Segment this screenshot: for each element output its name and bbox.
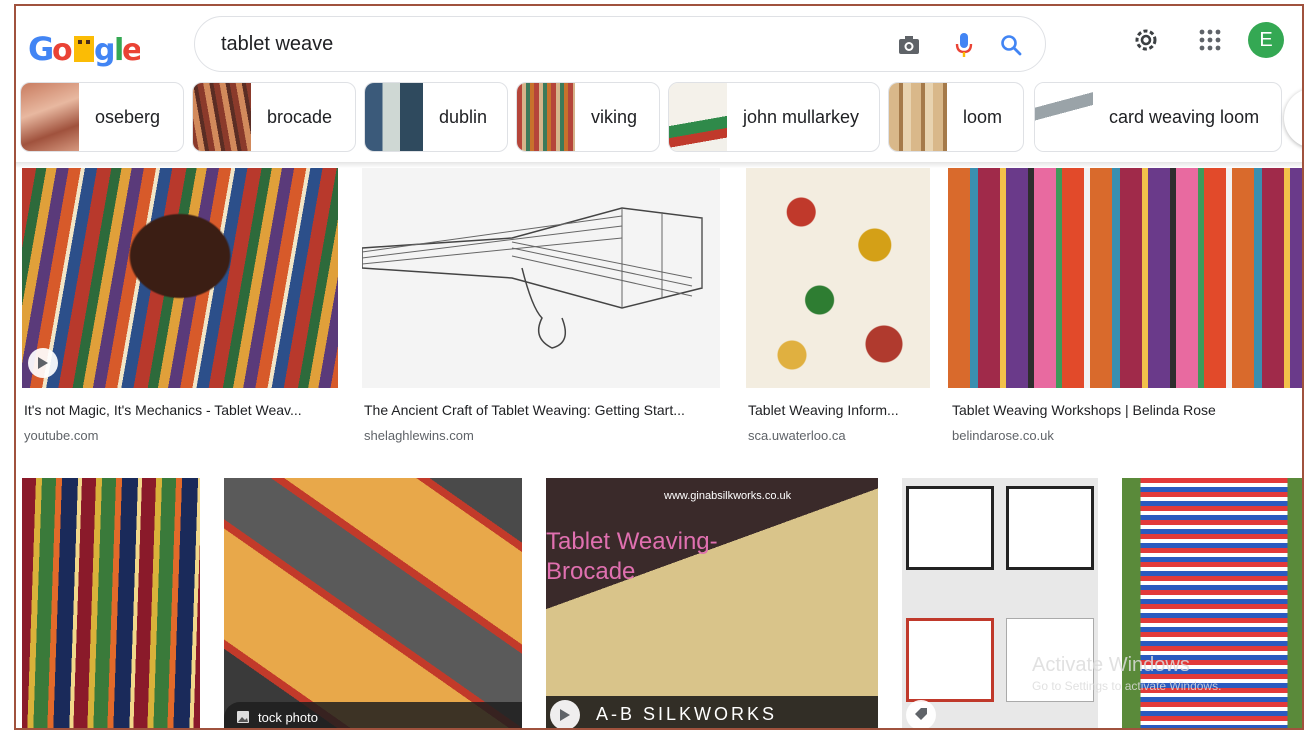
- google-logo-icon: G o g l e: [28, 30, 142, 68]
- gina-brand-banner: A-B SILKWORKS: [546, 696, 878, 728]
- result-image-7[interactable]: www.ginabsilkworks.co.uk Tablet Weaving-…: [546, 478, 878, 728]
- result-title[interactable]: Tablet Weaving Inform...: [748, 402, 899, 418]
- gina-url-text: www.ginabsilkworks.co.uk: [664, 490, 792, 502]
- chip-thumbnail: [1035, 83, 1093, 151]
- chip-label: dublin: [439, 106, 488, 127]
- result-title[interactable]: It's not Magic, It's Mechanics - Tablet …: [24, 402, 302, 418]
- activate-windows-watermark: Activate Windows Go to Settings to activ…: [1032, 654, 1221, 693]
- chip-brocade[interactable]: brocade: [192, 82, 356, 152]
- chip-thumbnail: [889, 83, 947, 151]
- browser-frame: G o g l e tablet weave E oseberg: [14, 4, 1304, 730]
- search-icon[interactable]: [997, 31, 1025, 59]
- result-image-2[interactable]: [362, 168, 720, 388]
- chip-label: oseberg: [95, 106, 161, 127]
- svg-text:g: g: [94, 33, 115, 68]
- chip-dublin[interactable]: dublin: [364, 82, 508, 152]
- related-searches-chips: oseberg brocade dublin viking john mulla…: [20, 82, 1302, 154]
- chip-label: card weaving loom: [1109, 106, 1260, 127]
- tag-icon: [906, 700, 936, 728]
- search-input[interactable]: tablet weave: [221, 33, 333, 56]
- weaving-card: [906, 618, 994, 702]
- loom-sketch-illustration: [362, 207, 703, 349]
- stock-photo-text: tock photo: [258, 709, 318, 725]
- microphone-icon[interactable]: [950, 31, 978, 59]
- chip-thumbnail: [193, 83, 251, 151]
- watermark-line1: Activate Windows: [1032, 654, 1190, 676]
- result-title[interactable]: The Ancient Craft of Tablet Weaving: Get…: [364, 402, 685, 418]
- chip-label: john mullarkey: [743, 106, 860, 127]
- result-image-5[interactable]: [22, 478, 200, 728]
- video-play-icon: [28, 348, 58, 378]
- chip-john-mullarkey[interactable]: john mullarkey: [668, 82, 880, 152]
- settings-gear-icon[interactable]: [1130, 24, 1162, 56]
- account-avatar[interactable]: E: [1248, 22, 1284, 58]
- result-source[interactable]: youtube.com: [24, 428, 98, 443]
- weaving-card: [1006, 486, 1094, 570]
- chip-viking[interactable]: viking: [516, 82, 660, 152]
- weaving-card: [906, 486, 994, 570]
- chip-label: loom: [963, 106, 1003, 127]
- result-image-1[interactable]: [22, 168, 338, 388]
- chip-thumbnail: [21, 83, 79, 151]
- svg-text:G: G: [28, 30, 54, 68]
- gina-title-line2: Brocade: [546, 558, 636, 585]
- chip-thumbnail: [365, 83, 423, 151]
- chip-thumbnail: [517, 83, 575, 151]
- result-source[interactable]: sca.uwaterloo.ca: [748, 428, 846, 443]
- stock-photo-label: tock photo: [224, 702, 522, 728]
- chip-loom[interactable]: loom: [888, 82, 1024, 152]
- gina-title-line1: Tablet Weaving-: [546, 528, 718, 555]
- chip-oseberg[interactable]: oseberg: [20, 82, 184, 152]
- video-play-icon: [550, 700, 580, 728]
- result-image-4[interactable]: [948, 168, 1302, 388]
- result-source[interactable]: shelaghlewins.com: [364, 428, 474, 443]
- search-bar[interactable]: tablet weave: [194, 16, 1046, 72]
- camera-icon[interactable]: [895, 31, 923, 59]
- result-title[interactable]: Tablet Weaving Workshops | Belinda Rose: [952, 402, 1216, 418]
- chips-next-button[interactable]: [1284, 88, 1302, 148]
- chip-card-weaving-loom[interactable]: card weaving loom: [1034, 82, 1282, 152]
- svg-text:e: e: [122, 33, 140, 68]
- chip-label: brocade: [267, 106, 333, 127]
- apps-grid-icon[interactable]: [1194, 24, 1226, 56]
- image-icon: [228, 702, 258, 728]
- chip-thumbnail: [669, 83, 727, 151]
- result-image-3[interactable]: [746, 168, 930, 388]
- chip-label: viking: [591, 106, 638, 127]
- result-source[interactable]: belindarose.co.uk: [952, 428, 1054, 443]
- watermark-line2: Go to Settings to activate Windows.: [1032, 679, 1222, 693]
- google-logo[interactable]: G o g l e: [28, 26, 142, 68]
- svg-text:o: o: [52, 33, 73, 68]
- result-image-6[interactable]: tock photo: [224, 478, 522, 728]
